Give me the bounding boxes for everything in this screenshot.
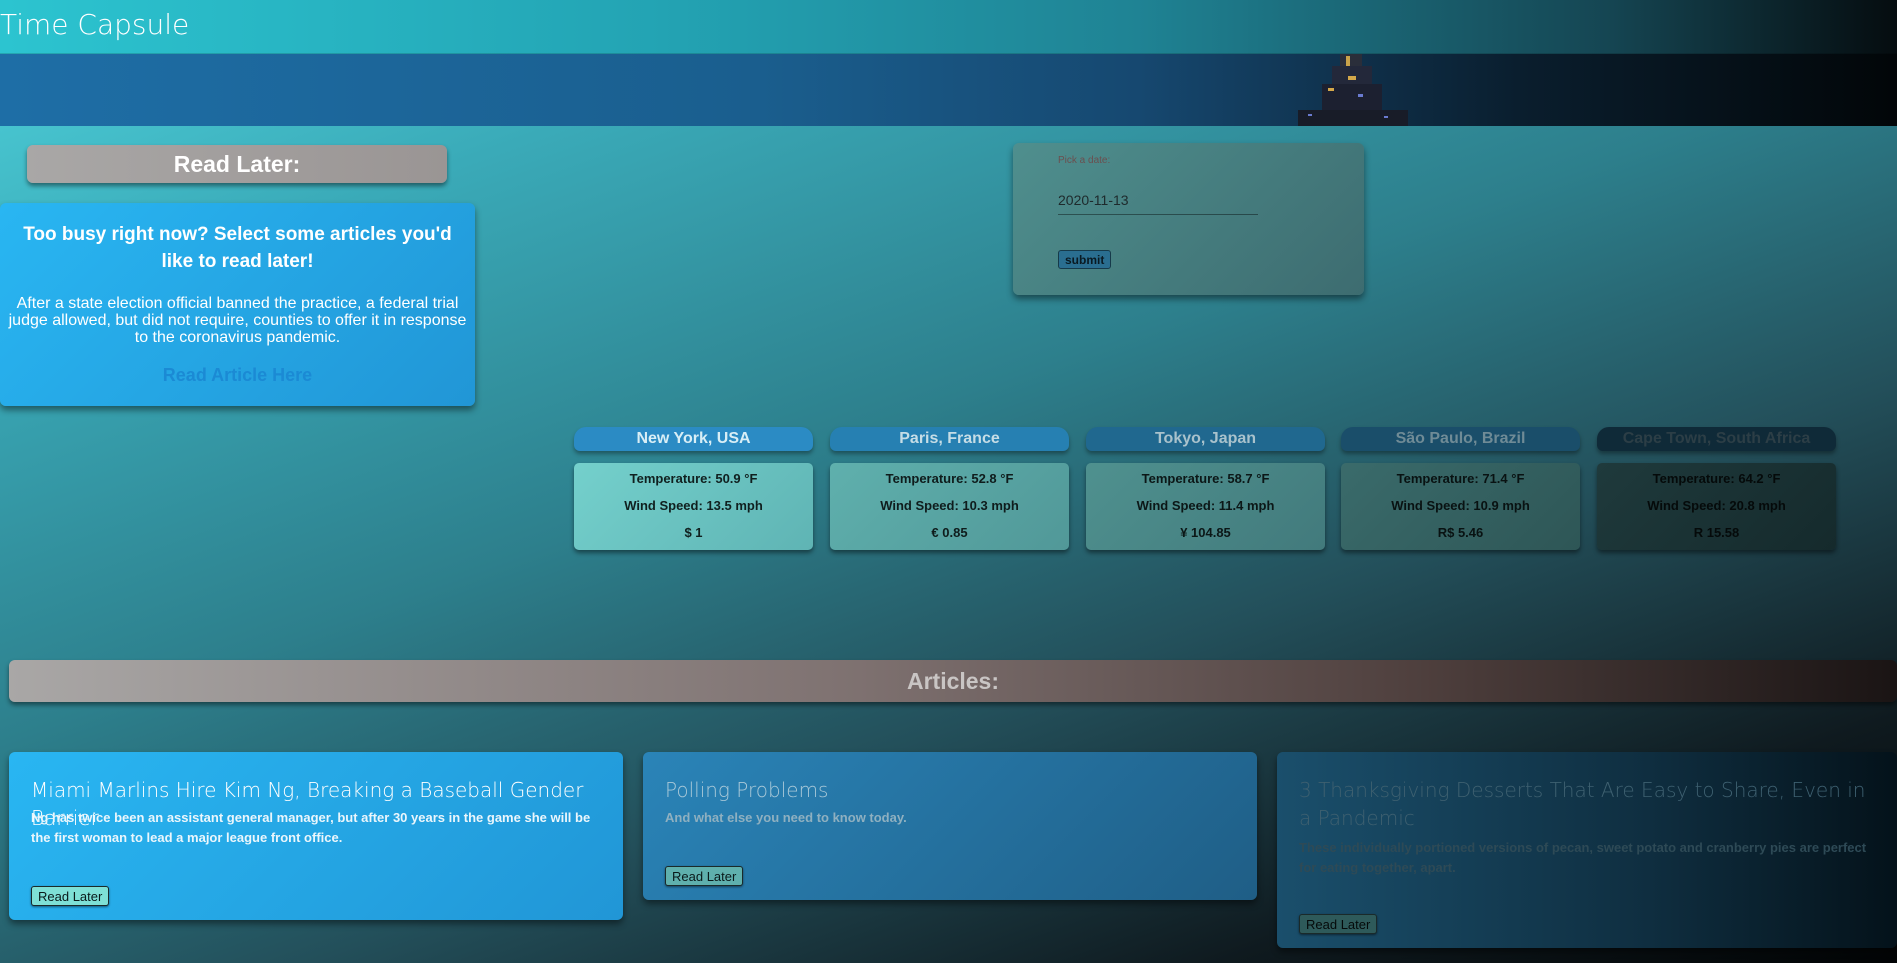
read-later-card: Too busy right now? Select some articles… [0,203,475,406]
article-summary: And what else you need to know today. [665,810,907,825]
articles-heading-bar: Articles: [9,660,1897,702]
city-name: New York, USA [574,427,813,451]
city-column-paris: Paris, France Temperature: 52.8 °F Wind … [830,427,1069,550]
skyscraper-image [1298,54,1408,126]
article-card: Polling Problems And what else you need … [643,752,1257,900]
read-later-button[interactable]: Read Later [1299,914,1378,934]
article-title: Polling Problems [665,778,829,802]
read-later-heading-bar: Read Later: [27,145,447,183]
city-name: Tokyo, Japan [1086,427,1325,451]
city-wind-speed: Wind Speed: 13.5 mph [624,498,763,513]
city-weather-card: Temperature: 71.4 °F Wind Speed: 10.9 mp… [1341,463,1580,550]
read-later-button[interactable]: Read Later [31,886,110,906]
city-currency: R 15.58 [1693,525,1740,540]
read-later-prompt: Too busy right now? Select some articles… [23,224,452,272]
city-column-sao-paulo: São Paulo, Brazil Temperature: 71.4 °F W… [1341,427,1580,550]
city-wind-speed: Wind Speed: 10.9 mph [1391,498,1530,513]
city-wind-speed: Wind Speed: 10.3 mph [880,498,1019,513]
app-title: Time Capsule [0,8,190,41]
submit-button[interactable]: submit [1058,250,1112,269]
city-name: São Paulo, Brazil [1341,427,1580,451]
read-later-button[interactable]: Read Later [665,866,744,886]
city-name: Paris, France [830,427,1069,451]
date-input[interactable] [1058,186,1258,215]
city-currency: $ 1 [684,525,703,540]
article-summary: These individually portioned versions of… [1299,840,1867,875]
read-article-link[interactable]: Read Article Here [0,365,475,386]
hero-banner [0,54,1897,126]
city-wind-speed: Wind Speed: 11.4 mph [1136,498,1275,513]
date-picker-card: Pick a date: submit [1013,143,1364,295]
article-card: 3 Thanksgiving Desserts That Are Easy to… [1277,752,1897,948]
city-weather-card: Temperature: 64.2 °F Wind Speed: 20.8 mp… [1597,463,1836,550]
city-column-new-york: New York, USA Temperature: 50.9 °F Wind … [574,427,813,550]
city-temperature: Temperature: 50.9 °F [629,471,758,486]
city-temperature: Temperature: 58.7 °F [1141,471,1270,486]
city-currency: ¥ 104.85 [1180,525,1231,540]
article-card: Miami Marlins Hire Kim Ng, Breaking a Ba… [9,752,623,920]
city-name: Cape Town, South Africa [1597,427,1836,451]
article-title: 3 Thanksgiving Desserts That Are Easy to… [1299,778,1866,830]
city-temperature: Temperature: 64.2 °F [1652,471,1781,486]
city-weather-card: Temperature: 50.9 °F Wind Speed: 13.5 mp… [574,463,813,550]
city-wind-speed: Wind Speed: 20.8 mph [1647,498,1786,513]
city-currency: € 0.85 [931,525,968,540]
read-later-heading: Read Later: [173,150,301,177]
app-header: Time Capsule [0,0,1897,54]
city-currency: R$ 5.46 [1437,525,1484,540]
city-temperature: Temperature: 52.8 °F [885,471,1014,486]
read-later-article-text: After a state election official banned t… [8,295,467,346]
date-label: Pick a date: [1058,155,1111,166]
city-column-cape-town: Cape Town, South Africa Temperature: 64.… [1597,427,1836,550]
article-summary: Ng has twice been an assistant general m… [31,810,591,845]
articles-heading: Articles: [906,667,1000,694]
city-column-tokyo: Tokyo, Japan Temperature: 58.7 °F Wind S… [1086,427,1325,550]
city-weather-card: Temperature: 58.7 °F Wind Speed: 11.4 mp… [1086,463,1325,550]
city-weather-card: Temperature: 52.8 °F Wind Speed: 10.3 mp… [830,463,1069,550]
city-temperature: Temperature: 71.4 °F [1396,471,1525,486]
